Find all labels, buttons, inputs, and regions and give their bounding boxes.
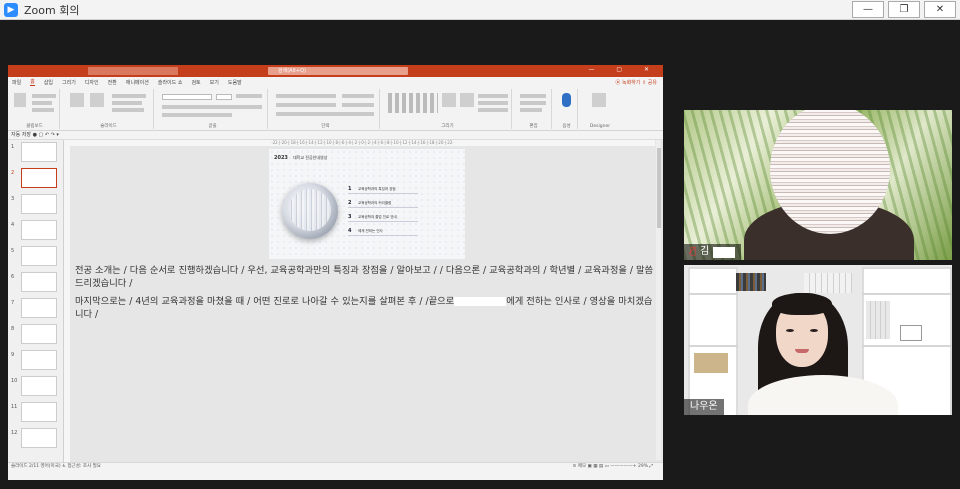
redacted-name [454,297,507,306]
ppt-search-input[interactable]: 검색(Alt+Q) [268,67,408,75]
ppt-record-share[interactable]: ⦿ 녹화하기 ⇪ 공유 [615,79,657,86]
tab-design[interactable]: 디자인 [85,79,99,86]
slide-small-title: 대학교 전공안내영상 [293,155,328,160]
notes-scrollbar[interactable] [656,140,661,460]
current-slide[interactable]: 2023 대학교 전공안내영상 1 교육공학과의 특징과 장점 2 교육공학과의 커… [269,149,465,259]
slide-thumbnail[interactable] [21,194,57,214]
speaker-notes[interactable]: 전공 소개는 / 다음 순서로 진행하겠습니다 / 우선, 교육공학과만의 특징… [75,265,655,327]
mic-muted-icon: 🎙̸ [690,246,697,257]
slide-thumbnail[interactable] [21,324,57,344]
shared-powerpoint-window: 검색(Alt+Q) — ▢ ✕ 파일 홈 삽입 그리기 디자인 전환 애니메이션… [8,65,663,480]
ribbon-group-designer[interactable]: Designer [582,89,618,129]
slide-number: 5 [11,248,15,254]
tab-view[interactable]: 보기 [210,79,219,86]
ppt-statusbar: 슬라이드 2/11 영어(미국) ♿ 접근성: 조사 필요 ≡ 메모 ▣ ▦ ▤… [8,462,663,471]
status-right-zoom[interactable]: ≡ 메모 ▣ ▦ ▤ ▭ —————+ 29% ⤢ [573,463,653,471]
blurred-face [770,110,890,234]
ribbon-group-slides[interactable]: 슬라이드 [64,89,154,129]
tab-draw[interactable]: 그리기 [62,79,76,86]
ribbon-group-clipboard[interactable]: 클립보드 [10,89,60,129]
notes-paragraph-2: 마지막으로는 / 4년의 교육과정을 마쳤을 때 / 어떤 진로로 나아갈 수 … [75,296,653,320]
slide-number: 1 [11,144,15,150]
zoom-titlebar: ▶ Zoom 회의 — ❐ ✕ [0,0,960,20]
ribbon-group-paragraph[interactable]: 단락 [272,89,380,129]
slide-menu-item: 4 에게 전하는 인사 [348,227,418,236]
minimize-button[interactable]: — [852,1,884,18]
ppt-ribbon: 클립보드 슬라이드 글꼴 단락 그리기 편집 음성 Designer [8,87,663,131]
horizontal-ruler: ·22·|·20·|·18·|·16·|·14·|·12·|·10·|·8·|·… [70,140,655,146]
slide-year: 2023 [274,155,288,161]
slide-number: 12 [11,430,18,436]
ppt-ribbon-tabs: 파일 홈 삽입 그리기 디자인 전환 애니메이션 슬라이드 쇼 검토 보기 도움… [8,77,663,87]
slide-number: 10 [11,378,18,384]
ppt-titlebar: 검색(Alt+Q) — ▢ ✕ [8,65,663,77]
slide-number: 4 [11,222,15,228]
slide-thumbnail-pane: 1 2 3 4 5 6 7 8 9 10 11 12 [8,140,64,471]
ribbon-group-drawing[interactable]: 그리기 [384,89,512,129]
slide-thumbnail[interactable] [21,220,57,240]
slide-menu-item: 3 교육공학과 졸업 진로 안내 [348,213,418,222]
slide-menu-item: 2 교육공학과의 커리큘럼 [348,199,418,208]
quick-access-toolbar[interactable]: 자동 저장 ● ▢ ↶ ↷ ▾ [8,131,663,140]
tab-review[interactable]: 검토 [191,79,200,86]
ppt-workarea: 1 2 3 4 5 6 7 8 9 10 11 12 ·22·|·20·|·18… [8,140,663,471]
slide-menu-item: 1 교육공학과의 특징과 장점 [348,185,418,194]
tab-file[interactable]: 파일 [12,79,21,86]
tab-help[interactable]: 도움말 [228,79,242,86]
slide-number: 2 [11,170,15,176]
tab-transitions[interactable]: 전환 [108,79,117,86]
slide-number: 9 [11,352,15,358]
slide-thumbnail[interactable] [21,402,57,422]
slide-number: 7 [11,300,15,306]
window-controls: — ❐ ✕ [852,1,956,18]
ribbon-group-editing[interactable]: 편집 [516,89,552,129]
slide-thumbnail[interactable] [21,272,57,292]
slide-number: 8 [11,326,15,332]
slide-thumbnail[interactable] [21,350,57,370]
slide-thumbnail-selected[interactable] [21,168,57,188]
participant-person [748,287,898,415]
tab-animations[interactable]: 애니메이션 [126,79,149,86]
zoom-logo-icon: ▶ [4,2,18,17]
participant-video-tile[interactable]: 🎙̸ 김 [684,110,952,260]
bookshelf-left [688,267,738,415]
redacted-filename [88,67,178,75]
restore-button[interactable]: ❐ [888,1,920,18]
slide-thumbnail[interactable] [21,376,57,396]
ribbon-group-font[interactable]: 글꼴 [158,89,268,129]
slide-thumbnail[interactable] [21,246,57,266]
ribbon-group-voice[interactable]: 음성 [556,89,578,129]
status-left: 슬라이드 2/11 영어(미국) ♿ 접근성: 조사 필요 [11,464,101,469]
shared-screen-stage: 검색(Alt+Q) — ▢ ✕ 파일 홈 삽입 그리기 디자인 전환 애니메이션… [0,20,960,489]
tab-slideshow[interactable]: 슬라이드 쇼 [158,79,183,86]
slide-thumbnail[interactable] [21,428,57,448]
window-title: Zoom 회의 [24,3,80,17]
notes-paragraph-1: 전공 소개는 / 다음 순서로 진행하겠습니다 / 우선, 교육공학과만의 특징… [75,265,654,289]
redacted-name [713,246,736,258]
slide-redacted-logo [289,189,331,231]
tab-home[interactable]: 홈 [30,78,35,86]
close-button[interactable]: ✕ [924,1,956,18]
vertical-ruler [64,140,70,471]
slide-number: 3 [11,196,15,202]
tab-insert[interactable]: 삽입 [44,79,53,86]
participant-video-tile[interactable]: 나우온 [684,265,952,415]
slide-number: 6 [11,274,15,280]
slide-number: 11 [11,404,18,410]
slide-thumbnail[interactable] [21,142,57,162]
participant-name-badge: 🎙̸ 김 [684,244,742,260]
ppt-window-controls[interactable]: — ▢ ✕ [588,66,659,73]
participant-name-badge: 나우온 [684,399,724,415]
slide-thumbnail[interactable] [21,298,57,318]
